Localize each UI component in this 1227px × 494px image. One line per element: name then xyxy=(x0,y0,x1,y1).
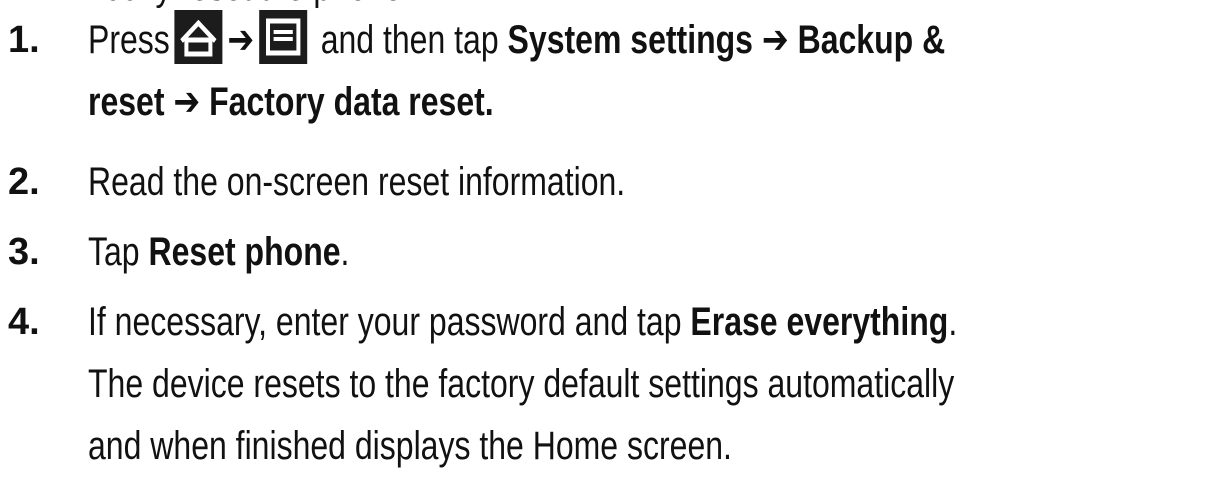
step-number: 2. xyxy=(8,161,40,203)
top-fragment: nually reset the phone: xyxy=(88,0,411,10)
step-1-line-2: reset ➔ Factory data reset. xyxy=(88,72,494,132)
menu-icon xyxy=(259,10,308,65)
press-text: Press xyxy=(88,18,170,62)
step-4-line-3: and when finished displays the Home scre… xyxy=(88,424,732,468)
step-1-line-1: Press ➔ and then tap System settings ➔ Ba… xyxy=(88,10,945,70)
arrow-text: ➔ xyxy=(173,80,201,124)
step-4-line-2: The device resets to the factory default… xyxy=(88,362,955,406)
reset-phone-label: Reset phone xyxy=(148,230,341,274)
step-number: 1. xyxy=(8,19,40,61)
step-number: 3. xyxy=(8,231,40,273)
erase-everything-label: Erase everything xyxy=(690,300,949,344)
arrow-text: ➔ xyxy=(227,18,255,62)
step-3-line: Tap Reset phone. xyxy=(88,222,349,282)
home-icon xyxy=(174,10,223,65)
factory-reset-label: Factory data reset. xyxy=(209,80,494,124)
period: . xyxy=(948,300,958,344)
reset-label: reset xyxy=(88,80,165,124)
arrow-text: ➔ xyxy=(761,18,789,62)
and-then-text: and then tap xyxy=(320,18,499,62)
tap-text: Tap xyxy=(88,230,140,274)
system-settings-label: System settings xyxy=(507,18,753,62)
step-4-line-1: If necessary, enter your password and ta… xyxy=(88,292,957,352)
backup-label: Backup & xyxy=(797,18,946,62)
step-number: 4. xyxy=(8,301,40,343)
step-2-text: Read the on-screen reset information. xyxy=(88,160,626,204)
period: . xyxy=(340,230,350,274)
step-4-text: If necessary, enter your password and ta… xyxy=(88,300,682,344)
